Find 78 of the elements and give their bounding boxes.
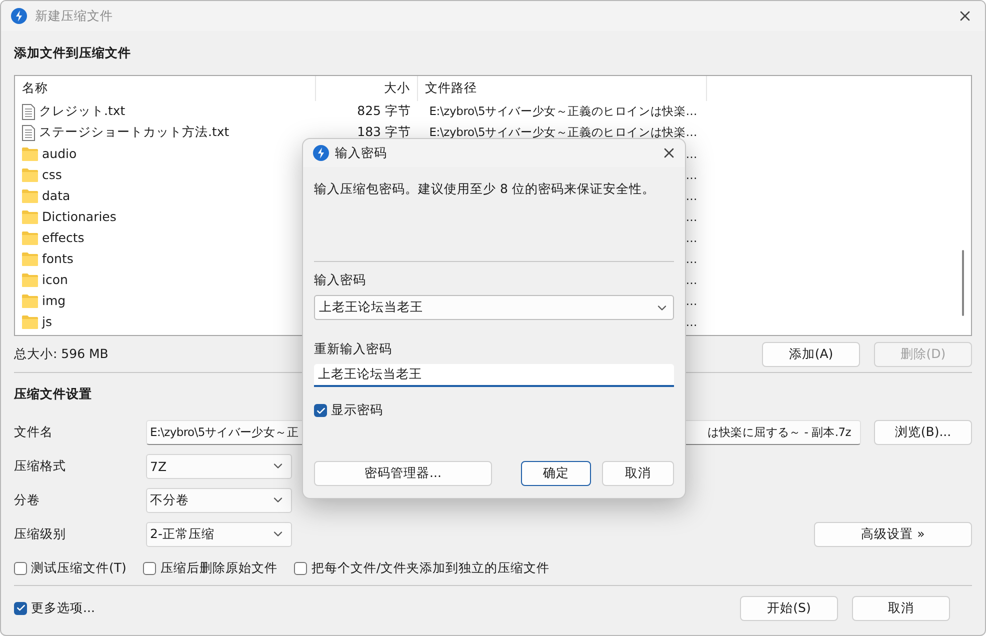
footer-button[interactable]: 取消 <box>852 596 950 620</box>
folder-icon <box>22 314 38 328</box>
password-combo[interactable]: 上老王论坛当老王 <box>314 295 674 320</box>
file-path: … <box>686 230 697 244</box>
total-size: 总大小: 596 MB <box>14 346 108 362</box>
file-path: … <box>686 210 697 224</box>
filename-text: は快楽に屈する～ - 副本.7z <box>707 424 851 440</box>
checkbox-label: 把每个文件/文件夹添加到独立的压缩文件 <box>311 560 550 576</box>
folder-icon <box>22 294 38 308</box>
file-path: … <box>686 188 697 202</box>
filename-text: E:\zybro\5サイバー少女～正 <box>150 424 298 440</box>
file-name: icon <box>42 272 68 287</box>
ok-button[interactable]: 确定 <box>521 460 591 486</box>
document-icon <box>22 104 35 120</box>
file-name: effects <box>42 230 84 245</box>
folder-icon <box>22 146 38 160</box>
column-header[interactable]: 名称 <box>15 76 316 101</box>
file-path: E:\zybro\5サイバー少女～正義のヒロインは快楽… <box>429 125 697 140</box>
file-name: data <box>42 188 70 203</box>
scrollbar-thumb[interactable] <box>962 250 964 316</box>
folder-icon <box>22 272 38 286</box>
file-name: js <box>42 314 52 329</box>
folder-icon <box>22 210 38 224</box>
file-name: fonts <box>42 251 74 266</box>
file-size: 183 字节 <box>357 124 411 141</box>
dropdown[interactable]: 2-正常压缩 <box>146 522 292 546</box>
cancel-button[interactable]: 取消 <box>602 460 674 486</box>
checkbox-label: 压缩后删除原始文件 <box>160 560 278 576</box>
app-icon <box>11 8 27 24</box>
checkbox[interactable] <box>294 562 308 574</box>
checkbox-label: 显示密码 <box>331 402 383 419</box>
advanced-settings-button[interactable]: 高级设置 » <box>814 522 972 546</box>
checkbox-label: 更多选项... <box>31 600 95 616</box>
checkbox[interactable] <box>314 404 327 417</box>
browse-button[interactable]: 浏览(B)... <box>874 420 972 444</box>
file-name: クレジット.txt <box>39 103 126 120</box>
dialog-message: 输入压缩包密码。建议使用至少 8 位的密码来保证安全性。 <box>314 180 656 198</box>
password-field[interactable]: 上老王论坛当老王 <box>314 364 674 387</box>
field-label: 文件名 <box>14 424 54 440</box>
dropdown[interactable]: 7Z <box>146 454 292 478</box>
folder-icon <box>22 230 38 244</box>
footer-button[interactable]: 开始(S) <box>740 596 838 620</box>
window-title: 新建压缩文件 <box>35 8 113 24</box>
field-label: 压缩级别 <box>14 526 67 542</box>
checkbox[interactable] <box>14 602 27 614</box>
field-label: 重新输入密码 <box>314 340 393 358</box>
checkbox-label: 测试压缩文件(T) <box>31 560 126 576</box>
file-path: … <box>686 146 697 160</box>
file-path: … <box>686 252 697 266</box>
checkbox[interactable] <box>14 562 27 574</box>
file-path: … <box>686 294 697 308</box>
file-path: E:\zybro\5サイバー少女～正義のヒロインは快楽… <box>429 104 697 119</box>
column-header[interactable]: 大小 <box>316 76 418 101</box>
password-manager-button[interactable]: 密码管理器... <box>314 460 492 486</box>
field-label: 分卷 <box>14 492 41 508</box>
dropdown[interactable]: 不分卷 <box>146 488 292 512</box>
checkbox[interactable] <box>143 562 156 574</box>
document-icon <box>22 124 35 140</box>
file-name: css <box>42 167 62 182</box>
file-size: 825 字节 <box>357 103 411 120</box>
file-path: … <box>686 314 697 328</box>
file-name: img <box>42 293 66 308</box>
list-button[interactable]: 添加(A) <box>762 342 860 366</box>
section-heading: 添加文件到压缩文件 <box>14 44 131 62</box>
file-name: Dictionaries <box>42 209 116 224</box>
folder-icon <box>22 168 38 182</box>
file-name: audio <box>42 146 77 161</box>
file-name: ステージショートカット方法.txt <box>39 124 230 141</box>
field-label: 压缩格式 <box>14 458 67 474</box>
section-heading: 压缩文件设置 <box>14 384 92 402</box>
app-icon <box>313 145 329 161</box>
column-header[interactable]: 文件路径 <box>418 76 707 101</box>
dialog-title: 输入密码 <box>335 144 387 162</box>
file-path: … <box>686 168 697 182</box>
folder-icon <box>22 252 38 266</box>
file-path: … <box>686 272 697 286</box>
folder-icon <box>22 188 38 202</box>
field-label: 输入密码 <box>314 270 367 288</box>
